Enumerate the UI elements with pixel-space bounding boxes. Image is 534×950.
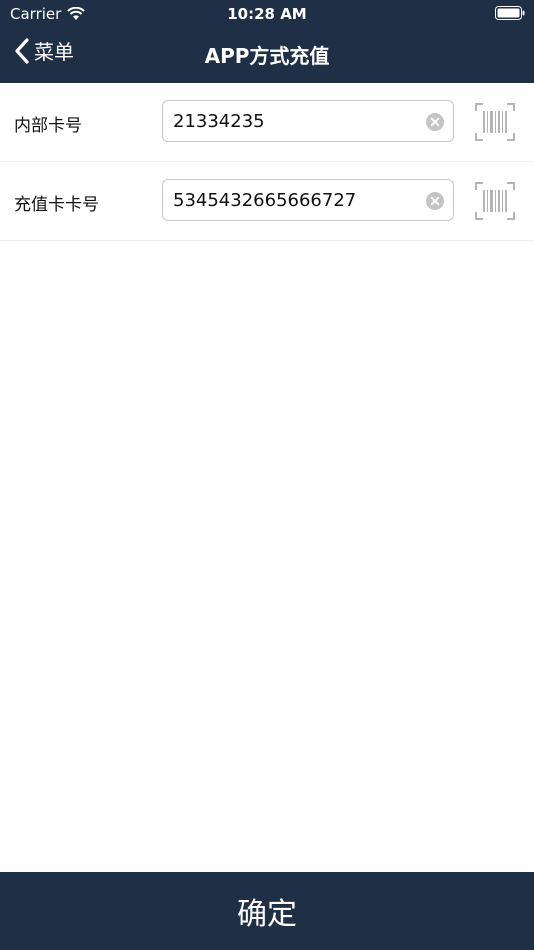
status-time: 10:28 AM (227, 5, 307, 23)
recharge-card-row: 充值卡卡号 (0, 162, 534, 241)
page-title: APP方式充值 (204, 44, 330, 68)
chevron-left-icon (15, 37, 29, 64)
clear-icon[interactable] (426, 113, 444, 131)
back-label: 菜单 (34, 40, 74, 64)
navigation-bar: 菜单 APP方式充值 (0, 28, 534, 83)
internal-card-label: 内部卡号 (14, 116, 82, 136)
top-bar: Carrier 10:28 AM 菜单 APP方式充值 (0, 0, 534, 83)
internal-card-field (162, 100, 454, 142)
confirm-button[interactable]: 确定 (0, 872, 534, 950)
barcode-scan-icon[interactable] (475, 102, 515, 142)
internal-card-input[interactable] (171, 101, 425, 142)
status-bar: Carrier 10:28 AM (0, 0, 534, 28)
recharge-card-input[interactable] (171, 180, 425, 221)
back-button[interactable]: 菜单 (14, 36, 74, 65)
recharge-card-field (162, 179, 454, 221)
recharge-card-label: 充值卡卡号 (14, 195, 99, 215)
internal-card-row: 内部卡号 (0, 83, 534, 162)
battery-icon (495, 6, 525, 20)
clear-icon[interactable] (426, 192, 444, 210)
barcode-scan-icon[interactable] (475, 181, 515, 221)
confirm-label: 确定 (237, 897, 297, 932)
